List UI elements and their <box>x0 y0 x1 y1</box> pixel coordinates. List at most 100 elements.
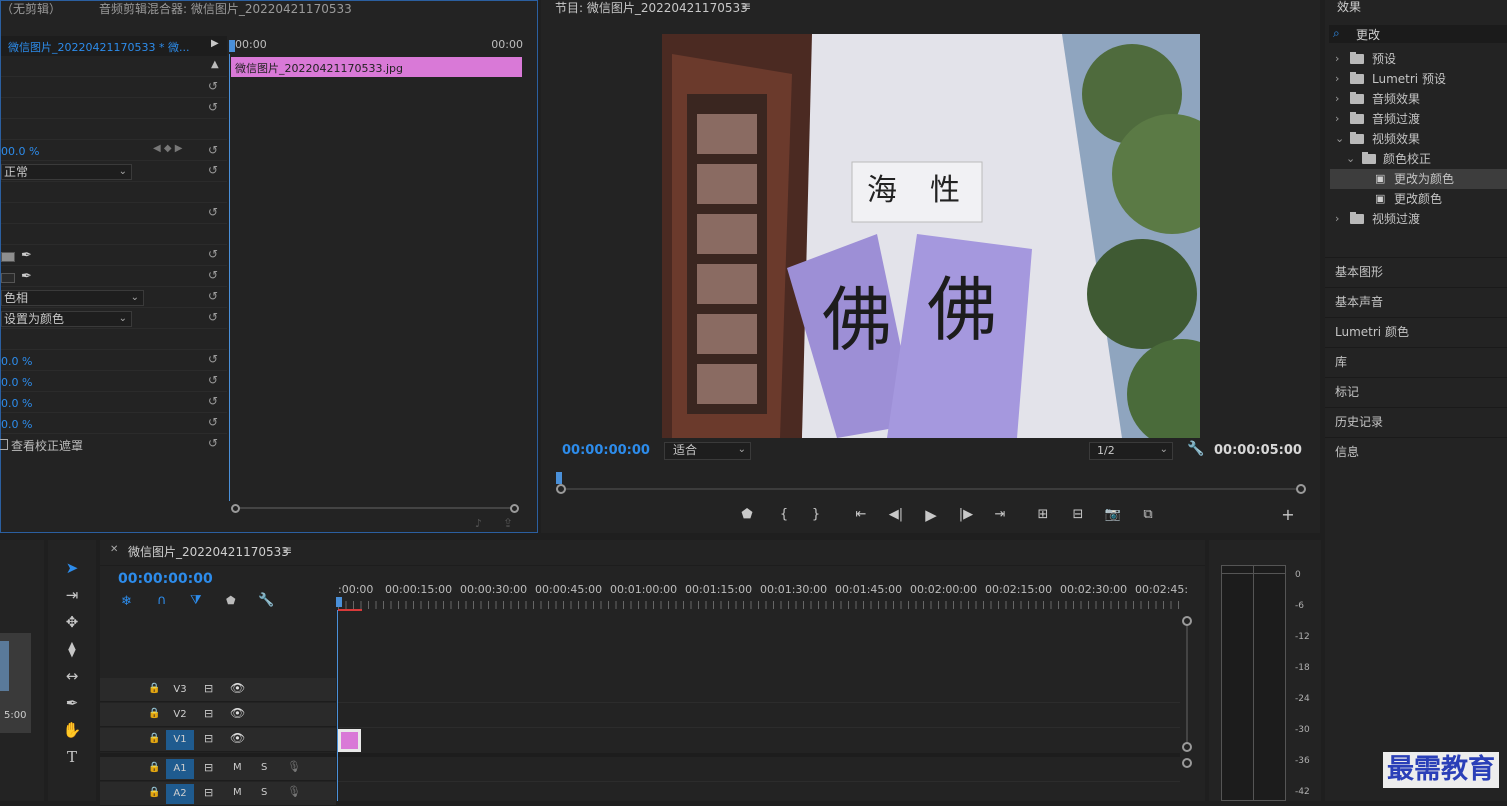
reset-icon[interactable]: ↺ <box>206 289 220 303</box>
program-monitor-title[interactable]: 节目: 微信图片_20220421170533 <box>555 0 748 16</box>
reset-icon[interactable]: ↺ <box>206 310 220 324</box>
razor-tool-icon[interactable]: ⧫ <box>59 637 85 661</box>
blend-mode-select[interactable]: 正常 ⌄ <box>1 164 132 180</box>
view-mask-checkbox[interactable] <box>0 439 8 450</box>
ec-playhead-marker[interactable] <box>229 40 235 52</box>
step-back-button[interactable]: ◀| <box>886 505 906 525</box>
export-frame-camera-icon[interactable]: 📷 <box>1103 505 1123 525</box>
audio-only-icon[interactable]: ♪ <box>475 517 482 530</box>
tree-item-video-effects[interactable]: ⌄ 视频效果 <box>1325 129 1505 149</box>
eye-icon[interactable]: 👁 <box>230 706 245 720</box>
tree-item-change-color[interactable]: ▣ 更改颜色 <box>1325 189 1505 209</box>
tree-item-lumetri-presets[interactable]: › Lumetri 预设 <box>1325 69 1505 89</box>
track-lanes[interactable] <box>338 678 1180 801</box>
bin-thumbnail[interactable]: 5:00 <box>0 633 31 733</box>
opacity-value[interactable]: 00.0 % <box>1 145 39 158</box>
pen-tool-icon[interactable]: ✒ <box>59 691 85 715</box>
step-forward-button[interactable]: |▶ <box>956 505 976 525</box>
go-to-out-button[interactable]: ⇥ <box>990 505 1010 525</box>
microphone-icon[interactable]: 🎙 <box>287 760 301 773</box>
ec-timeline-ruler[interactable]: 00:00 00:00 <box>229 36 525 54</box>
lock-icon[interactable]: 🔒 <box>148 683 160 694</box>
close-icon[interactable]: ✕ <box>110 544 118 555</box>
track-label[interactable]: V1 <box>166 730 194 750</box>
reset-icon[interactable]: ↺ <box>206 100 220 114</box>
section-markers[interactable]: 标记 <box>1325 377 1507 406</box>
timeline-vertical-scrollbar[interactable] <box>1182 616 1192 801</box>
hue-tolerance-value[interactable]: 0.0 % <box>1 397 32 410</box>
reset-icon[interactable]: ↺ <box>206 205 220 219</box>
clip-selector[interactable]: 微信图片_20220421170533 * 微... ▶ <box>1 36 227 56</box>
program-timecode[interactable]: 00:00:00:00 <box>562 443 650 458</box>
tree-item-color-correction[interactable]: ⌄ 颜色校正 <box>1325 149 1505 169</box>
track-label[interactable]: A1 <box>166 759 194 779</box>
track-label[interactable]: V2 <box>166 705 194 725</box>
lock-icon[interactable]: 🔒 <box>148 733 160 744</box>
section-info[interactable]: 信息 <box>1325 437 1507 466</box>
sync-lock-icon[interactable]: ⊟ <box>204 707 213 720</box>
tree-item-audio-transitions[interactable]: › 音频过渡 <box>1325 109 1505 129</box>
lock-icon[interactable]: 🔒 <box>148 787 160 798</box>
add-marker-icon[interactable]: ⧩ <box>190 593 202 608</box>
selection-tool-icon[interactable]: ➤ <box>59 556 85 580</box>
reset-icon[interactable]: ↺ <box>206 268 220 282</box>
linked-selection-icon[interactable]: ∩ <box>157 593 167 608</box>
marker-icon[interactable]: ⬟ <box>226 594 236 607</box>
settings-wrench-icon[interactable]: 🔧 <box>1187 441 1204 457</box>
slip-tool-icon[interactable]: ↔ <box>59 664 85 688</box>
reset-icon[interactable]: ↺ <box>206 394 220 408</box>
lift-button[interactable]: ⊞ <box>1033 505 1053 525</box>
solo-button[interactable]: S <box>261 762 267 773</box>
program-scrub-bar[interactable] <box>556 470 1306 496</box>
sync-lock-icon[interactable]: ⊟ <box>204 761 213 774</box>
eye-icon[interactable]: 👁 <box>230 731 245 745</box>
eyedropper-icon[interactable]: ✒ <box>21 269 32 284</box>
type-tool-icon[interactable]: T <box>59 745 85 769</box>
timeline-clip-v1[interactable] <box>338 729 361 752</box>
keyframe-nav-icon[interactable]: ◀ ◆ ▶ <box>153 143 182 154</box>
panel-menu-icon[interactable]: ≡ <box>282 543 292 557</box>
tree-item-video-transitions[interactable]: › 视频过渡 <box>1325 209 1505 229</box>
timeline-ruler[interactable]: :00:00 00:00:15:00 00:00:30:00 00:00:45:… <box>336 583 1188 613</box>
change-by-select[interactable]: 色相 ⌄ <box>1 290 144 306</box>
mute-button[interactable]: M <box>233 762 242 773</box>
fit-select[interactable]: 适合 ⌄ <box>664 442 751 460</box>
section-libraries[interactable]: 库 <box>1325 347 1507 376</box>
play-clip-icon[interactable]: ▶ <box>211 38 219 49</box>
sync-lock-icon[interactable]: ⊟ <box>204 786 213 799</box>
mark-out-button[interactable]: } <box>806 505 826 525</box>
section-essential-sound[interactable]: 基本声音 <box>1325 287 1507 316</box>
tree-item-audio-effects[interactable]: › 音频效果 <box>1325 89 1505 109</box>
reset-icon[interactable]: ↺ <box>206 79 220 93</box>
reset-icon[interactable]: ↺ <box>206 373 220 387</box>
tab-no-clip[interactable]: （无剪辑） <box>1 0 61 17</box>
reset-icon[interactable]: ↺ <box>206 352 220 366</box>
add-marker-button[interactable]: ⬟ <box>737 505 757 525</box>
sync-lock-icon[interactable]: ⊟ <box>204 682 213 695</box>
sync-lock-icon[interactable]: ⊟ <box>204 732 213 745</box>
program-playhead[interactable] <box>556 472 562 484</box>
button-editor-plus-icon[interactable]: + <box>1278 505 1298 525</box>
section-essential-graphics[interactable]: 基本图形 <box>1325 257 1507 286</box>
hand-tool-icon[interactable]: ✋ <box>59 718 85 742</box>
reset-icon[interactable]: ↺ <box>206 143 220 157</box>
snap-icon[interactable]: ❄ <box>121 594 132 609</box>
track-label[interactable]: A2 <box>166 784 194 804</box>
reset-icon[interactable]: ↺ <box>206 415 220 429</box>
export-icon[interactable]: ⇪ <box>503 516 513 530</box>
reset-icon[interactable]: ↺ <box>206 436 220 450</box>
track-label[interactable]: V3 <box>166 680 194 700</box>
saturation-value[interactable]: 0.0 % <box>1 418 32 431</box>
ripple-edit-tool-icon[interactable]: ✥ <box>59 610 85 634</box>
tree-item-change-to-color[interactable]: ▣ 更改为颜色 <box>1330 169 1507 189</box>
mark-in-button[interactable]: { <box>774 505 794 525</box>
effects-search-field[interactable]: ⌕ 更改 <box>1329 25 1507 43</box>
ec-clip-bar[interactable]: 微信图片_20220421170533.jpg <box>231 57 522 77</box>
resolution-select[interactable]: 1/2 ⌄ <box>1089 442 1173 460</box>
panel-menu-icon[interactable]: ≡ <box>741 0 751 13</box>
play-button[interactable]: ▶ <box>921 505 941 525</box>
to-color-swatch[interactable] <box>1 273 15 283</box>
reset-icon[interactable]: ↺ <box>206 247 220 261</box>
microphone-icon[interactable]: 🎙 <box>287 785 301 798</box>
lock-icon[interactable]: 🔒 <box>148 708 160 719</box>
